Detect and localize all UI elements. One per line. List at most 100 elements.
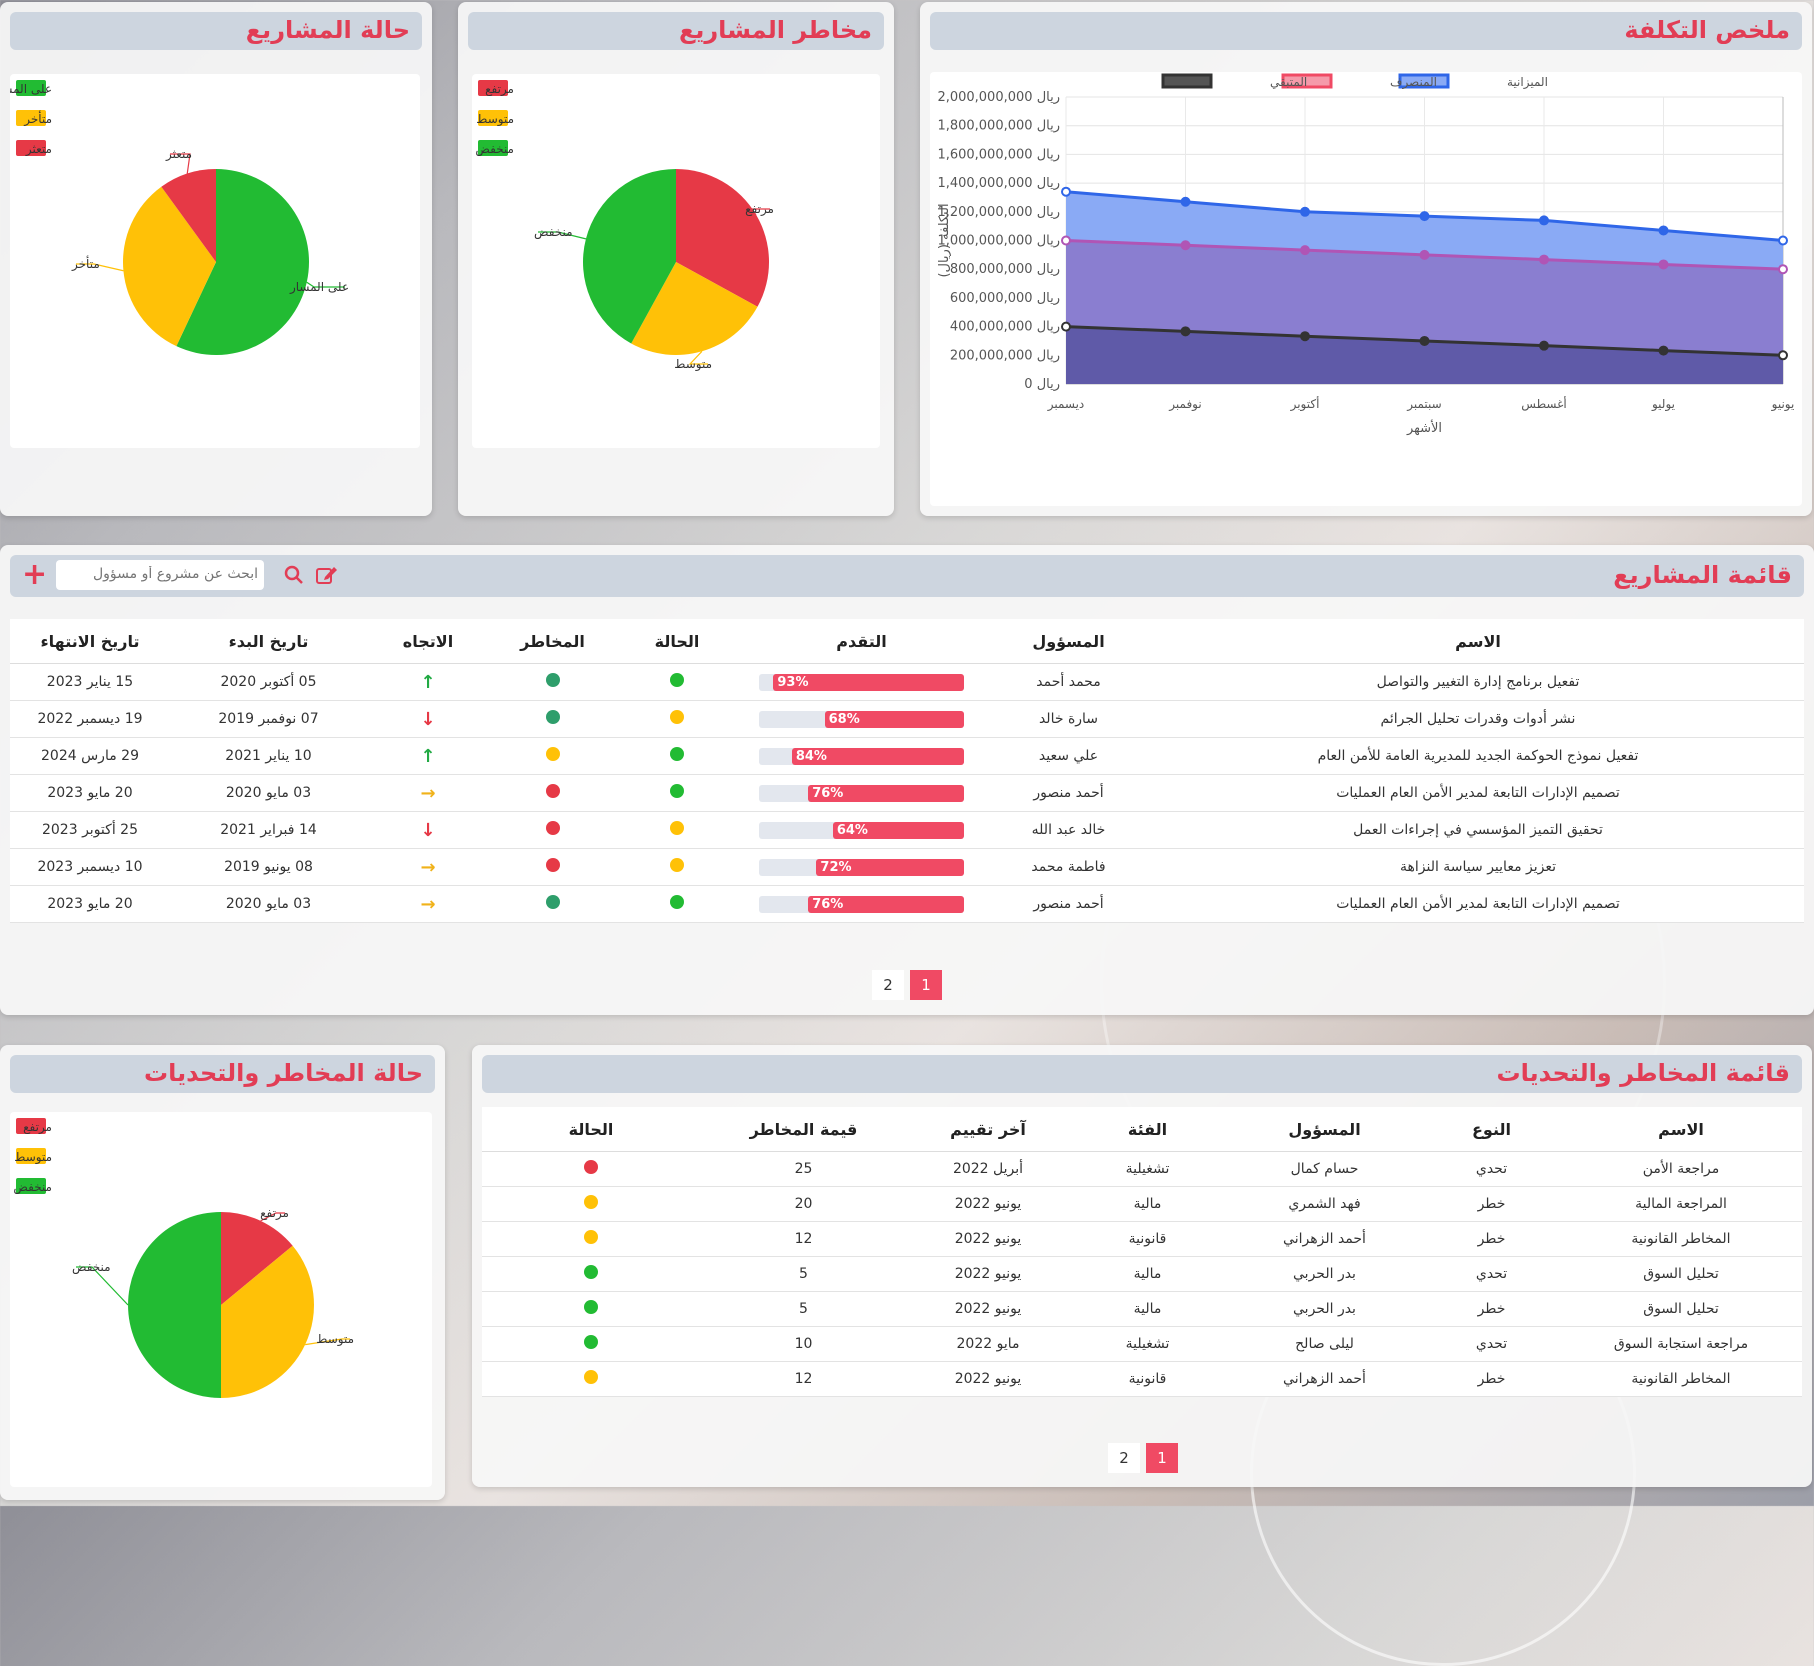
progress-bar-fill: 68% [824,710,964,728]
risk-row[interactable]: تحليل السوق خطر بدر الحربي مالية يونيو 2022 5 [482,1291,1802,1327]
project-owner: أحمد منصور [985,774,1152,812]
projects-list-title: قائمة المشاريع [1613,561,1792,589]
project-status-cell [616,848,738,886]
series-point[interactable] [1419,335,1430,346]
series-point[interactable] [1778,235,1788,246]
page-1-button[interactable]: 1 [910,970,942,1000]
risk-status-cell [482,1221,700,1257]
y-tick-label: 1,200,000,000 ريال [937,205,1060,220]
project-row[interactable]: تصميم الإدارات التابعة لمدير الأمن العام… [10,885,1804,923]
project-owner: علي سعيد [985,737,1152,775]
risks-page-1-button[interactable]: 1 [1146,1443,1178,1473]
search-icon[interactable] [284,565,304,589]
legend-label: منخفض [13,1180,52,1195]
progress-bar: 72% [759,858,964,876]
x-tick-label: يوليو [1651,397,1675,412]
series-point[interactable] [1300,206,1310,217]
page-2-button[interactable]: 2 [872,970,904,1000]
project-row[interactable]: تفعيل برنامج إدارة التغيير والتواصل محمد … [10,663,1804,701]
edit-icon[interactable] [316,565,338,589]
risks-page-2-button[interactable]: 2 [1108,1443,1140,1473]
series-point[interactable] [1658,225,1669,236]
col-header-name: الاسم [1152,619,1804,664]
risk-name: مراجعة استجابة السوق [1560,1326,1802,1362]
series-point[interactable] [1539,340,1549,351]
risk-owner: ليلى صالح [1226,1326,1423,1362]
risk-status-dot [584,1370,598,1384]
series-point[interactable] [1061,186,1071,197]
progress-bar: 76% [759,784,964,802]
col-header-end: تاريخ الانتهاء [10,619,170,664]
project-risks-panel: مخاطر المشاريع مرتفع متوسط منخفض مرتفع متوسط… [458,2,894,516]
risk-row[interactable]: المخاطر القانونية خطر أحمد الزهراني قانونية… [482,1221,1802,1257]
project-trend-cell: → [367,885,489,923]
risks-list-header: قائمة المخاطر والتحديات [482,1055,1802,1093]
legend-label: مرتفع [485,82,514,97]
progress-bar-fill: 84% [791,747,964,765]
risk-category: تشغيلية [1069,1151,1226,1187]
y-tick-label: 400,000,000 ريال [950,320,1060,335]
risk-dot [545,747,560,761]
risk-status-dot [584,1195,598,1209]
series-point[interactable] [1300,245,1310,256]
project-progress-cell: 76% [738,774,985,812]
x-tick-label: أكتوبر [1290,396,1320,412]
project-end-date: 25 أكتوبر 2023 [10,811,170,849]
project-start-date: 08 يونيو 2019 [170,848,367,886]
status-chart-container: على المسار متأخر متعثر على المسار متأخر متعثر [0,74,420,448]
legend-swatch[interactable] [1161,73,1213,89]
risk-category: مالية [1069,1291,1226,1327]
series-point[interactable] [1539,254,1549,265]
project-owner: خالد عبد الله [985,811,1152,849]
risk-type: تحدي [1423,1151,1560,1187]
project-start-date: 05 أكتوبر 2020 [170,663,367,701]
project-row[interactable]: تفعيل نموذج الحوكمة الجديد للمديرية العا… [10,737,1804,775]
project-status-panel: حالة المشاريع على المسارمتأخرمتعثرعلى ال… [0,2,432,516]
search-input[interactable] [56,560,264,588]
legend-label: متأخر [23,110,52,127]
project-row[interactable]: نشر أدوات وقدرات تحليل الجرائم سارة خالد 6… [10,700,1804,738]
risk-col-header-owner: المسؤول [1226,1107,1423,1152]
series-point[interactable] [1658,259,1669,270]
add-project-button[interactable]: + [22,557,47,592]
risk-type: خطر [1423,1186,1560,1222]
project-row[interactable]: تعزيز معايير سياسة النزاهة فاطمة محمد 72% →… [10,848,1804,886]
risk-row[interactable]: المخاطر القانونية خطر أحمد الزهراني قانونية… [482,1361,1802,1397]
series-point[interactable] [1180,240,1191,251]
risk-status-dot [584,1265,598,1279]
project-row[interactable]: تحقيق التميز المؤسسي في إجراءات العمل خال… [10,811,1804,849]
project-name: تفعيل نموذج الحوكمة الجديد للمديرية العا… [1152,737,1804,775]
cost-summary-header: ملخص التكلفة [930,12,1802,50]
risk-status-dot [584,1230,598,1244]
x-tick-label: أغسطس [1521,396,1566,412]
project-row[interactable]: تصميم الإدارات التابعة لمدير الأمن العام… [10,774,1804,812]
risk-row[interactable]: مراجعة استجابة السوق تحدي ليلى صالح تشغيلية… [482,1326,1802,1362]
risk-col-header-type: النوع [1423,1107,1560,1152]
series-point[interactable] [1300,331,1310,342]
series-point[interactable] [1778,264,1788,275]
pie-slice-label: مرتفع [745,202,774,217]
risk-row[interactable]: مراجعة الأمن تحدي حسام كمال تشغيلية أبريل 20… [482,1151,1802,1187]
y-tick-label: 200,000,000 ريال [950,348,1060,363]
series-point[interactable] [1180,326,1191,337]
series-point[interactable] [1061,321,1071,332]
project-status-cell [616,663,738,701]
risk-category: قانونية [1069,1221,1226,1257]
risk-row[interactable]: المراجعة المالية خطر فهد الشمري مالية يونيو … [482,1186,1802,1222]
challenges-status-header: حالة المخاطر والتحديات [10,1055,435,1093]
series-point[interactable] [1778,350,1788,361]
series-point[interactable] [1180,196,1191,207]
series-point[interactable] [1658,345,1669,356]
risk-last-assessment: يونيو 2022 [907,1221,1069,1257]
series-point[interactable] [1419,211,1430,222]
series-point[interactable] [1419,249,1430,260]
challenges-chart-container: مرتفع متوسط منخفض مرتفع متوسط منخفض [10,1112,432,1487]
pie-slice[interactable] [128,1212,221,1398]
series-point[interactable] [1061,235,1071,246]
risk-row[interactable]: تحليل السوق تحدي بدر الحربي مالية يونيو 2022… [482,1256,1802,1292]
project-start-date: 03 مايو 2020 [170,885,367,923]
risk-col-header-last: آخر تقييم [907,1107,1069,1152]
risks-chart-container: مرتفع متوسط منخفض مرتفع متوسط منخفض [472,74,880,448]
series-point[interactable] [1539,215,1549,226]
project-name: تعزيز معايير سياسة النزاهة [1152,848,1804,886]
